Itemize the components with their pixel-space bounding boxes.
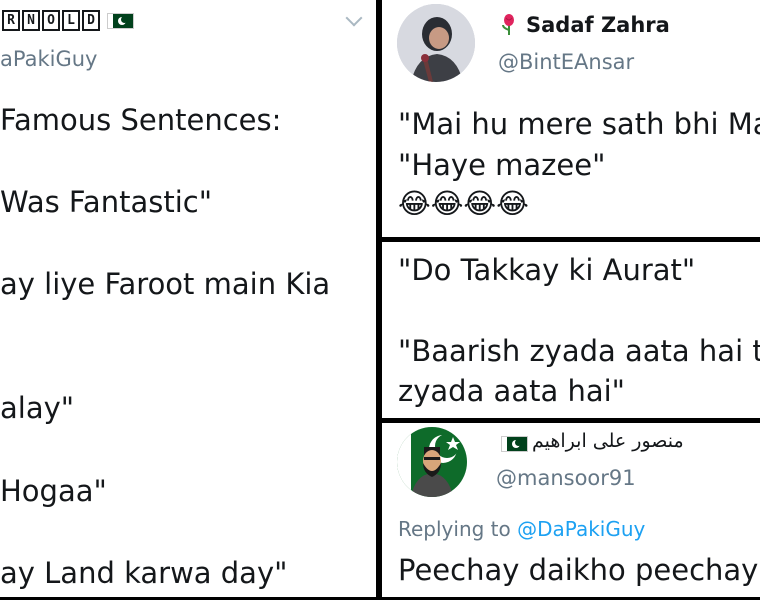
tweet-line: Was Fantastic" [0, 185, 213, 219]
tweet-line: Peechay daikho peechay [398, 553, 759, 587]
tweet-line: "Haye mazee" [398, 148, 606, 182]
user-handle[interactable]: @BintEAnsar [498, 50, 634, 74]
name-letter: D [82, 10, 100, 31]
avatar[interactable] [397, 4, 475, 82]
display-name[interactable]: Sadaf Zahra [526, 13, 670, 37]
tweet-line: Hogaa" [0, 474, 107, 508]
tweet-line: alay" [0, 391, 75, 425]
tweet-line: Famous Sentences: [0, 103, 282, 137]
pakistan-flag-icon [108, 13, 133, 32]
tweet-line: "Mai hu mere sath bhi Ma [398, 107, 760, 141]
user-handle[interactable]: aPakiGuy [0, 47, 97, 71]
laughing-emoji-icon: 😂😂😂😂 [398, 187, 529, 220]
name-letter: R [2, 10, 20, 31]
display-name[interactable]: منصور علی ابراهیم [532, 430, 684, 452]
left-tweet-panel: R N O L D aPakiGuy Famous Sentences: Was… [0, 0, 376, 597]
replying-handle-link[interactable]: @DaPakiGuy [517, 517, 645, 541]
name-letter: O [42, 10, 60, 31]
rose-icon [500, 14, 518, 40]
tweet-middle-panel: "Do Takkay ki Aurat" "Baarish zyada aata… [382, 242, 760, 418]
tweet-line: ay Land karwa day" [0, 556, 288, 590]
replying-to: Replying to @DaPakiGuy [398, 517, 645, 541]
user-handle[interactable]: @mansoor91 [496, 466, 636, 490]
pakistan-flag-icon [502, 436, 527, 455]
tweet-line: "Baarish zyada aata hai to [398, 334, 760, 368]
tweet-line: "Do Takkay ki Aurat" [398, 253, 696, 287]
tweet-line: ay liye Faroot main Kia [0, 267, 331, 301]
tweet-sadaf-panel: Sadaf Zahra @BintEAnsar "Mai hu mere sat… [382, 0, 760, 237]
avatar[interactable] [397, 427, 467, 497]
name-letter: N [22, 10, 40, 31]
tweet-mansoor-panel: منصور علی ابراهیم @mansoor91 Replying to… [382, 423, 760, 597]
tweet-line: zyada aata hai" [398, 374, 626, 408]
replying-prefix: Replying to [398, 517, 511, 541]
arnold-boxed-name[interactable]: R N O L D [2, 10, 100, 31]
name-letter: L [62, 10, 80, 31]
chevron-down-icon[interactable] [345, 9, 363, 27]
